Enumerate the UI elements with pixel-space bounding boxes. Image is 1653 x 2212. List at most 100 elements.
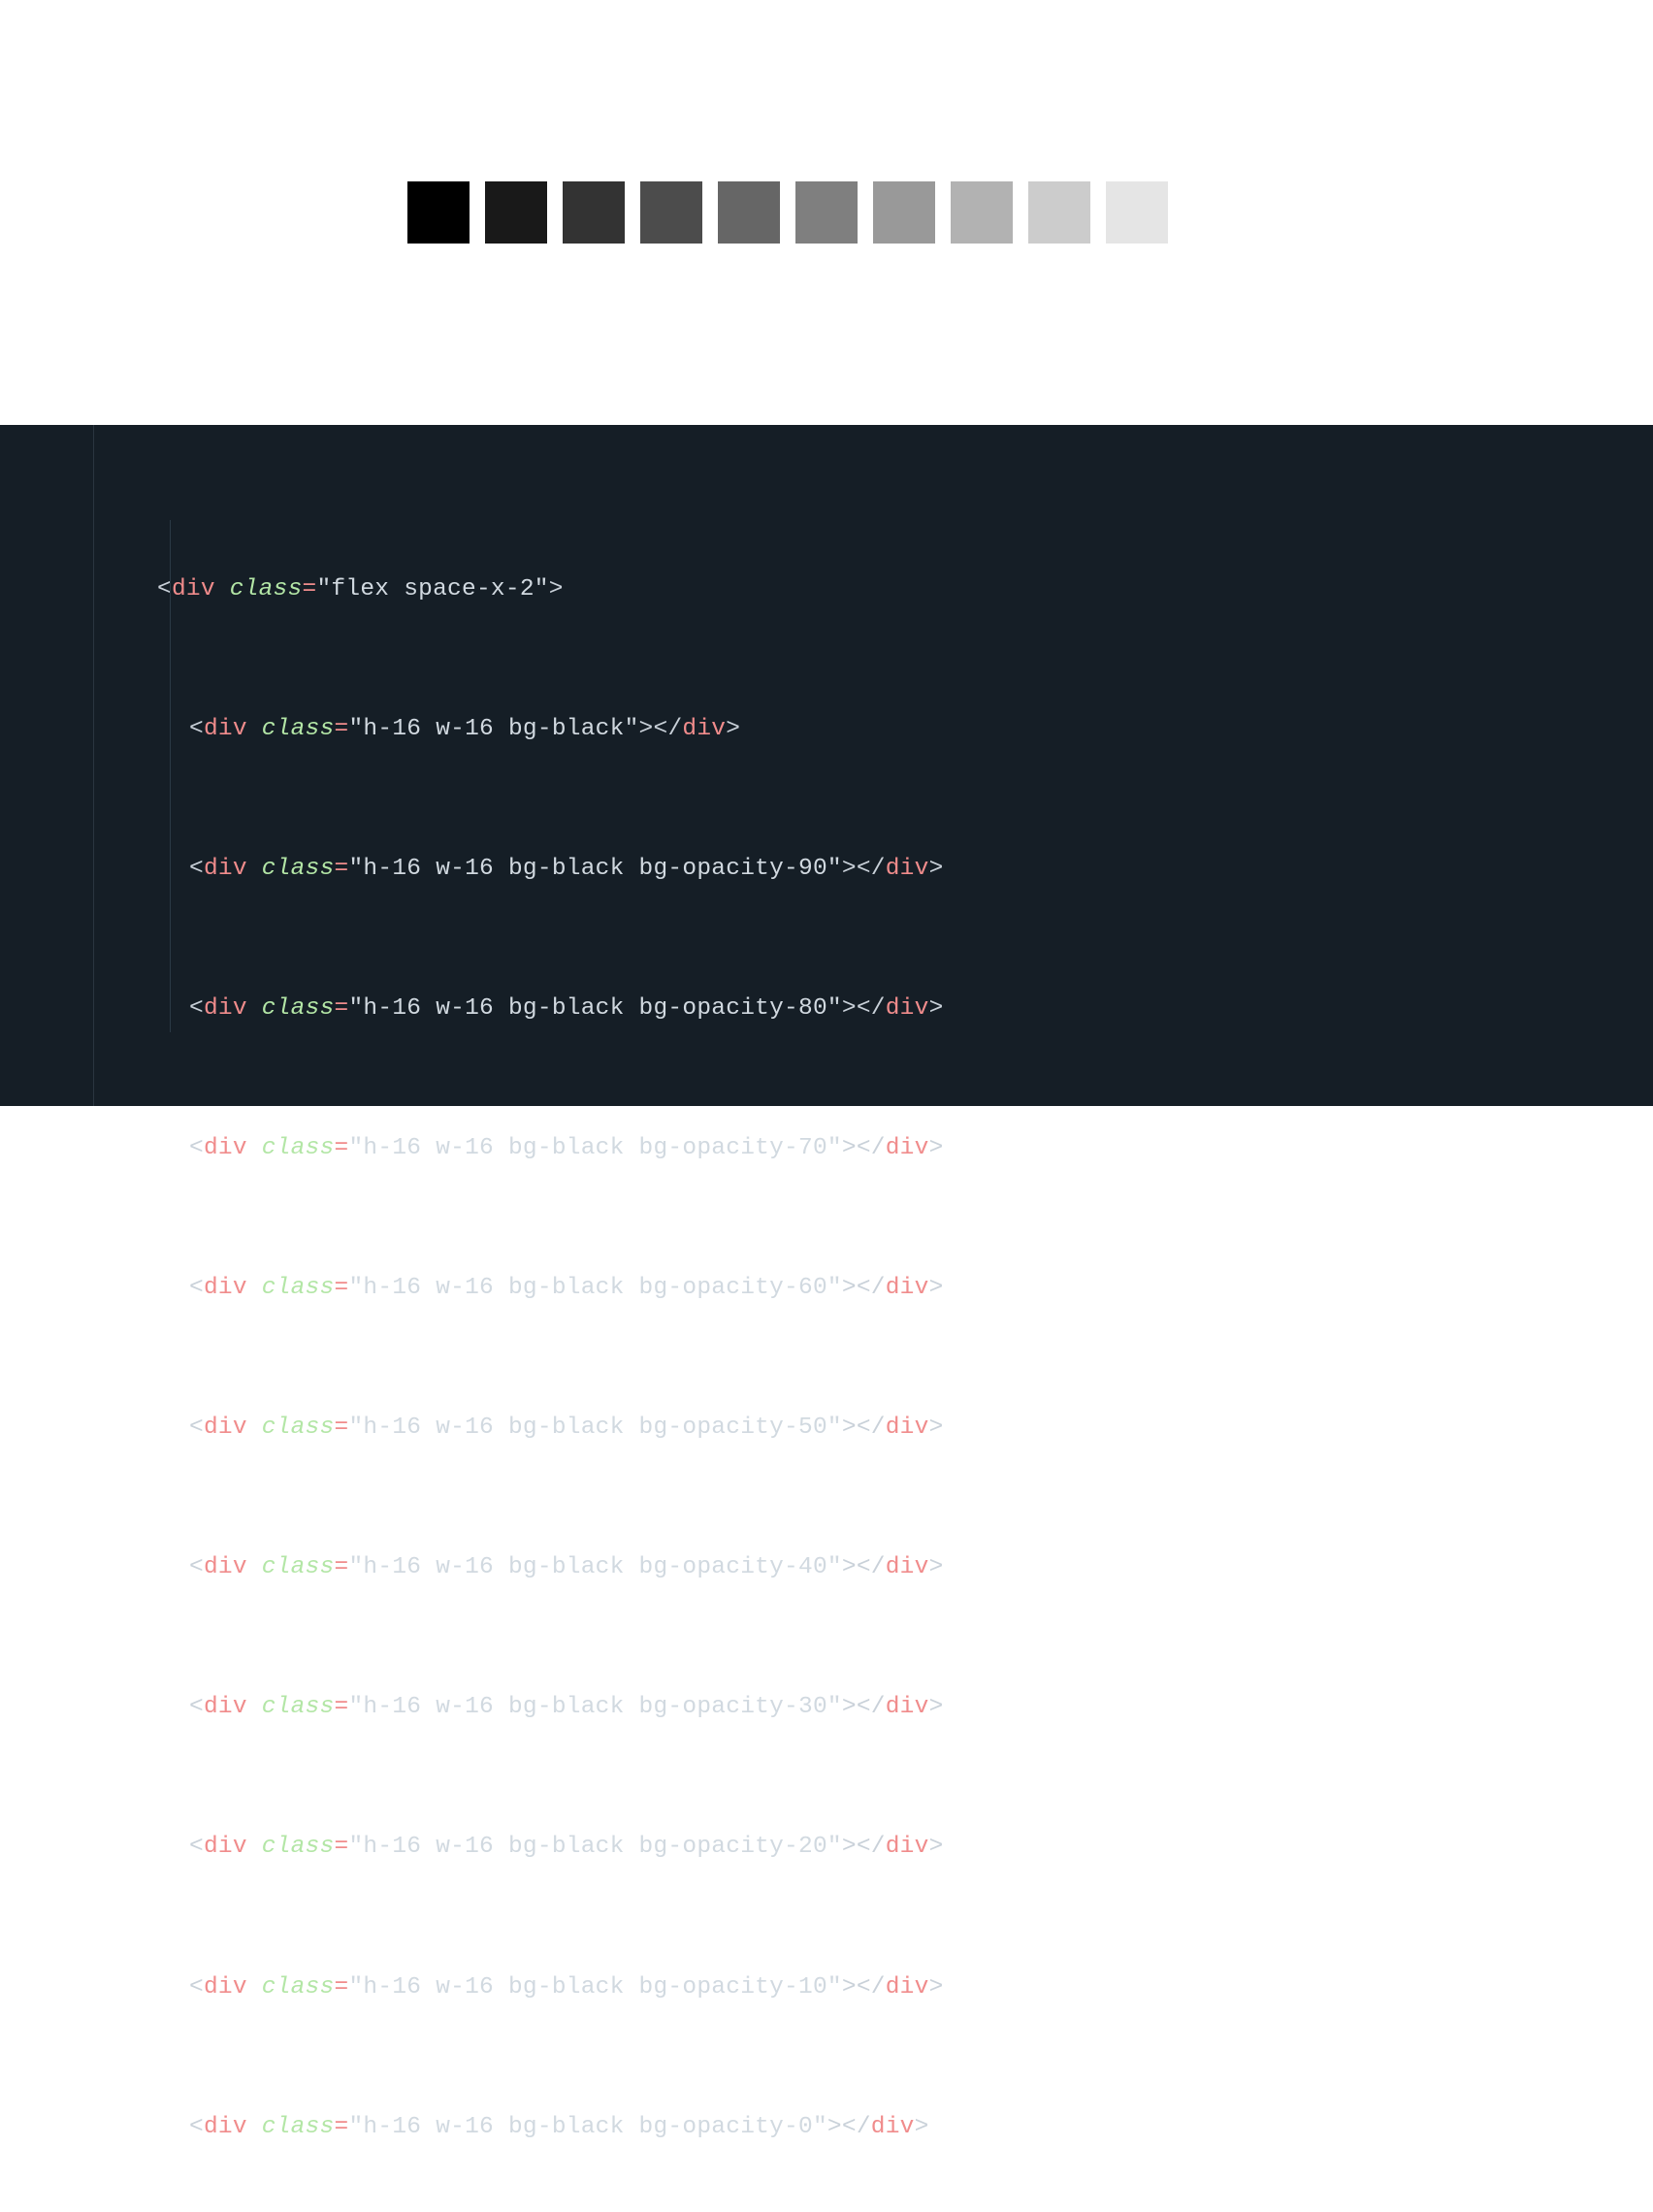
punct-gt: > xyxy=(842,1415,857,1441)
tag-div: div xyxy=(204,1974,247,2001)
swatch-opacity-80 xyxy=(563,181,625,244)
punct-close-lt: </ xyxy=(654,716,683,742)
tag-div: div xyxy=(204,1694,247,1720)
attr-class: class xyxy=(262,1275,335,1301)
punct-eq: = xyxy=(335,1275,349,1301)
punct-gt: > xyxy=(929,1135,944,1161)
tag-div: div xyxy=(886,1415,929,1441)
attr-class: class xyxy=(230,576,303,602)
opacity-swatch-row xyxy=(407,181,1246,244)
punct-gt: > xyxy=(915,2114,929,2140)
tag-div: div xyxy=(204,2114,247,2140)
punct-eq: = xyxy=(335,1694,349,1720)
class-string: "h-16 w-16 bg-black bg-opacity-70" xyxy=(348,1135,841,1161)
punct-eq: = xyxy=(335,995,349,1022)
class-string: "h-16 w-16 bg-black bg-opacity-0" xyxy=(348,2114,826,2140)
code-line: <div class="h-16 w-16 bg-black bg-opacit… xyxy=(157,1125,1653,1172)
punct-gt: > xyxy=(929,1694,944,1720)
punct-gt: > xyxy=(929,1415,944,1441)
attr-class: class xyxy=(262,1974,335,2001)
class-string: "h-16 w-16 bg-black bg-opacity-20" xyxy=(348,1834,841,1860)
tag-div: div xyxy=(204,1135,247,1161)
punct-gt: > xyxy=(549,576,564,602)
punct-close-lt: </ xyxy=(857,1415,886,1441)
punct-close-lt: </ xyxy=(842,2114,871,2140)
code-line: <div class="h-16 w-16 bg-black bg-opacit… xyxy=(157,1824,1653,1870)
punct-lt: < xyxy=(189,1694,204,1720)
attr-class: class xyxy=(262,856,335,882)
class-string: "h-16 w-16 bg-black bg-opacity-60" xyxy=(348,1275,841,1301)
punct-close-lt: </ xyxy=(857,1694,886,1720)
punct-lt: < xyxy=(189,1834,204,1860)
punct-gt: > xyxy=(929,995,944,1022)
punct-gt: > xyxy=(929,1834,944,1860)
class-string: "h-16 w-16 bg-black bg-opacity-40" xyxy=(348,1554,841,1580)
tag-div: div xyxy=(886,1974,929,2001)
code-panel: <div class="flex space-x-2"> <div class=… xyxy=(0,425,1653,1106)
swatch-opacity-20 xyxy=(1028,181,1090,244)
punct-close-lt: </ xyxy=(857,1554,886,1580)
punct-lt: < xyxy=(189,856,204,882)
punct-lt: < xyxy=(189,2114,204,2140)
punct-gt: > xyxy=(842,1694,857,1720)
indent-guide xyxy=(170,520,171,1032)
punct-gt: > xyxy=(929,1554,944,1580)
swatch-opacity-60 xyxy=(718,181,780,244)
tag-div: div xyxy=(886,1834,929,1860)
tag-div: div xyxy=(886,1554,929,1580)
tag-div: div xyxy=(204,1415,247,1441)
swatch-opacity-90 xyxy=(485,181,547,244)
punct-eq: = xyxy=(335,1554,349,1580)
punct-gt: > xyxy=(842,1974,857,2001)
punct-gt: > xyxy=(726,716,740,742)
code-line: <div class="h-16 w-16 bg-black bg-opacit… xyxy=(157,1965,1653,2011)
punct-eq: = xyxy=(335,1974,349,2001)
swatch-opacity-40 xyxy=(873,181,935,244)
punct-lt: < xyxy=(189,1974,204,2001)
tag-div: div xyxy=(204,1834,247,1860)
class-string: "flex space-x-2" xyxy=(316,576,548,602)
class-string: "h-16 w-16 bg-black" xyxy=(348,716,638,742)
punct-eq: = xyxy=(335,1834,349,1860)
attr-class: class xyxy=(262,1415,335,1441)
punct-lt: < xyxy=(189,995,204,1022)
code-line: <div class="h-16 w-16 bg-black bg-opacit… xyxy=(157,1684,1653,1731)
code-line: <div class="h-16 w-16 bg-black bg-opacit… xyxy=(157,1265,1653,1312)
tag-div: div xyxy=(886,1275,929,1301)
gutter-divider xyxy=(93,425,94,1106)
tag-div: div xyxy=(886,995,929,1022)
class-string: "h-16 w-16 bg-black bg-opacity-10" xyxy=(348,1974,841,2001)
punct-lt: < xyxy=(189,716,204,742)
punct-eq: = xyxy=(335,856,349,882)
punct-gt: > xyxy=(842,1834,857,1860)
attr-class: class xyxy=(262,1554,335,1580)
punct-lt: < xyxy=(189,1554,204,1580)
punct-gt: > xyxy=(639,716,654,742)
tag-div: div xyxy=(682,716,726,742)
swatch-opacity-10 xyxy=(1106,181,1168,244)
punct-gt: > xyxy=(842,1135,857,1161)
punct-gt: > xyxy=(842,995,857,1022)
tag-div: div xyxy=(172,576,215,602)
punct-eq: = xyxy=(335,2114,349,2140)
tag-div: div xyxy=(886,1694,929,1720)
preview-panel xyxy=(0,0,1653,425)
punct-eq: = xyxy=(335,716,349,742)
code-line: <div class="h-16 w-16 bg-black"></div> xyxy=(157,706,1653,753)
attr-class: class xyxy=(262,2114,335,2140)
punct-lt: < xyxy=(189,1415,204,1441)
class-string: "h-16 w-16 bg-black bg-opacity-30" xyxy=(348,1694,841,1720)
code-block: <div class="flex space-x-2"> <div class=… xyxy=(0,473,1653,2212)
punct-gt: > xyxy=(842,1275,857,1301)
attr-class: class xyxy=(262,1694,335,1720)
code-line: <div class="h-16 w-16 bg-black bg-opacit… xyxy=(157,986,1653,1032)
punct-lt: < xyxy=(189,1135,204,1161)
tag-div: div xyxy=(204,716,247,742)
tag-div: div xyxy=(886,1135,929,1161)
punct-gt: > xyxy=(929,1974,944,2001)
punct-eq: = xyxy=(335,1415,349,1441)
punct-gt: > xyxy=(929,856,944,882)
punct-close-lt: </ xyxy=(857,995,886,1022)
tag-div: div xyxy=(871,2114,915,2140)
code-line: <div class="h-16 w-16 bg-black bg-opacit… xyxy=(157,1405,1653,1451)
